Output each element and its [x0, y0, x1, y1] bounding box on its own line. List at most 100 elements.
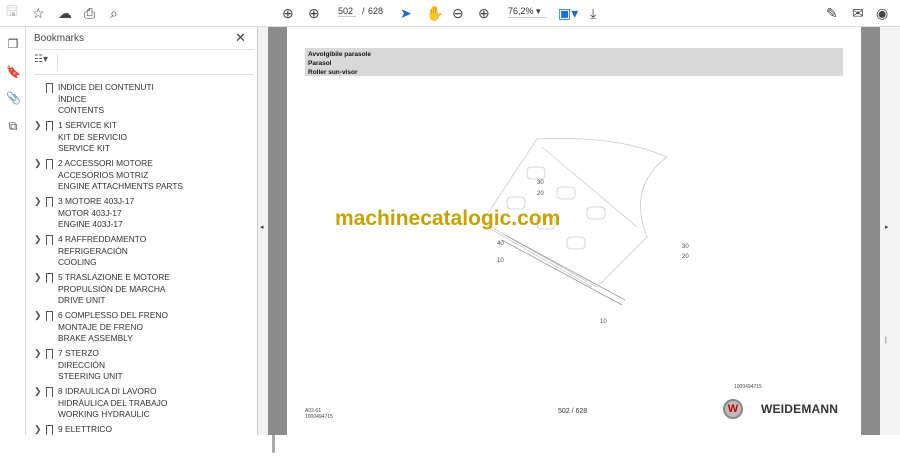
bookmark-icon — [46, 311, 53, 321]
bookmarks-icon[interactable]: 🔖 — [6, 65, 21, 79]
bookmark-label: INDICE DEI CONTENUTI — [58, 82, 154, 92]
select-cursor-icon[interactable]: ➤ — [400, 4, 412, 22]
header-es: Parasol — [308, 60, 332, 67]
panel-collapse-handle[interactable]: ◂ — [258, 27, 268, 435]
footer-number: 1000494715 — [305, 414, 333, 420]
bookmark-item[interactable]: ❯ 6 COMPLESSO DEL FRENO MONTAJE DE FRENO BR… — [32, 310, 242, 348]
bookmark-label: REFRIGERACIÓN — [58, 245, 128, 256]
bookmark-label: HIDRÁULICA DEL TRABAJO — [58, 397, 168, 408]
header-en: Roller sun-visor — [308, 69, 358, 76]
bookmark-label: 3 MOTORE 403J-17 — [58, 196, 135, 206]
page-separator: / — [362, 6, 365, 16]
bookmark-label: DRIVE UNIT — [58, 295, 106, 306]
bookmark-label: SERVICE KIT — [58, 143, 110, 154]
parts-diagram: 30 20 40 10 30 20 10 — [481, 137, 689, 325]
bookmark-star-icon[interactable]: ☆ — [32, 4, 45, 22]
zoom-in-icon[interactable]: ⊕ — [478, 4, 490, 22]
chevron-right-icon[interactable]: ❯ — [34, 120, 42, 131]
chevron-right-icon[interactable]: ❯ — [34, 424, 42, 435]
brand-name: WEIDEMANN — [761, 402, 839, 416]
chevron-right-icon[interactable]: ❯ — [34, 196, 42, 207]
callout-label: 10 — [497, 258, 504, 264]
layers-icon[interactable]: ⧉ — [6, 119, 20, 133]
footer-code: A02-01 1000494715 — [305, 408, 333, 420]
bookmark-icon — [46, 159, 53, 169]
zoom-out-icon[interactable]: ⊖ — [452, 4, 464, 22]
bookmark-icon — [46, 83, 53, 93]
bookmark-label: DIRECCIÓN — [58, 359, 105, 370]
bookmark-item[interactable]: ❯ 8 IDRAULICA DI LAVORO HIDRÁULICA DEL TRA… — [32, 386, 242, 424]
bookmarks-title: Bookmarks — [34, 33, 85, 44]
bookmark-label: ACCESORIOS MOTRIZ — [58, 169, 149, 180]
email-icon[interactable]: ✉ — [852, 4, 864, 22]
zoom-value: 76,2% — [508, 6, 534, 16]
bookmark-label: ENGINE 403J-17 — [58, 219, 123, 230]
hand-tool-icon[interactable]: ✋ — [426, 4, 443, 22]
bookmark-label: ÍNDICE — [58, 93, 87, 104]
sign-icon[interactable]: ✎ — [826, 4, 838, 22]
search-icon[interactable]: ⌕ — [110, 4, 118, 22]
bookmarks-panel: Bookmarks ✕ ☷▾ INDICE DEI CONTENUTI ÍNDIC… — [26, 27, 275, 453]
bookmark-icon — [46, 273, 53, 283]
bookmark-label: MOTOR 403J-17 — [58, 207, 122, 218]
page-header: Avvolgibile parasole Parasol Roller sun-… — [305, 48, 843, 76]
bookmark-icon — [46, 197, 53, 207]
bookmark-label: 9 ELETTRICO — [58, 424, 112, 434]
callout-label: 40 — [497, 241, 504, 247]
zoom-select[interactable]: 76,2% ▾ — [508, 6, 546, 18]
attachment-icon[interactable]: 📎 — [6, 91, 21, 105]
fit-page-icon[interactable]: ▣▾ — [558, 4, 578, 22]
chevron-right-icon[interactable]: ❯ — [34, 348, 42, 359]
account-icon[interactable]: ◉ — [876, 4, 888, 22]
callout-label: 30 — [537, 180, 544, 186]
bookmark-label: KIT DE SERVICIO — [58, 131, 128, 142]
next-page-icon[interactable]: ⊕ — [308, 4, 320, 22]
bookmark-item[interactable]: ❯ 3 MOTORE 403J-17 MOTOR 403J-17 ENGINE 403… — [32, 196, 242, 234]
bookmark-label: WORKING HYDRAULIC — [58, 409, 150, 420]
print-icon[interactable]: ⎙ — [84, 4, 95, 22]
chevron-right-icon[interactable]: ❯ — [34, 234, 42, 245]
bookmark-options-button[interactable]: ☷▾ — [34, 54, 58, 70]
scroll-mode-icon[interactable]: ⤓ — [590, 4, 596, 22]
bookmark-item[interactable]: ❯ 1 SERVICE KIT KIT DE SERVICIO SERVICE KIT — [32, 120, 242, 158]
chevron-right-icon[interactable]: ❯ — [34, 158, 42, 169]
bookmark-label: 6 COMPLESSO DEL FRENO — [58, 310, 168, 320]
bookmark-label: 4 RAFFREDDAMENTO — [58, 234, 147, 244]
watermark: machinecatalogic.com — [335, 207, 561, 230]
chevron-right-icon[interactable]: ❯ — [34, 272, 42, 283]
callout-label: 20 — [682, 254, 689, 260]
bookmark-label: CONTENTS — [58, 105, 105, 116]
page-number-input[interactable]: 502 — [338, 6, 356, 17]
prev-page-icon[interactable]: ⊕ — [282, 4, 294, 22]
upload-cloud-icon[interactable]: ☁ — [58, 4, 72, 22]
pages-icon[interactable]: ❐ — [6, 37, 20, 51]
bookmark-item[interactable]: ❯ 5 TRASLAZIONE E MOTORE PROPULSIÓN DE MAR… — [32, 272, 242, 310]
bookmark-icon — [46, 349, 53, 359]
bookmark-item[interactable]: ❯ 9 ELETTRICO — [32, 424, 242, 462]
save-icon[interactable]: 🖫 — [6, 3, 18, 22]
bookmark-label: 2 ACCESSORI MOTORE — [58, 158, 153, 168]
bookmark-icon — [46, 121, 53, 131]
document-scrollbar[interactable]: ▸ | — [880, 27, 900, 435]
weidemann-logo-icon: W — [723, 399, 743, 419]
drawing-number: 1000494715 — [734, 384, 762, 390]
bookmark-label: 7 STERZO — [58, 348, 99, 358]
bookmark-icon — [46, 387, 53, 397]
bookmark-label: STEERING UNIT — [58, 371, 123, 382]
bookmark-label: 1 SERVICE KIT — [58, 120, 117, 130]
callout-label: 30 — [682, 244, 689, 250]
bookmark-item[interactable]: INDICE DEI CONTENUTI ÍNDICE CONTENTS — [32, 82, 242, 120]
close-icon[interactable]: ✕ — [235, 30, 246, 46]
chevron-right-icon[interactable]: ❯ — [34, 310, 42, 321]
bookmark-label: PROPULSIÓN DE MARCHA — [58, 283, 166, 294]
bookmark-label: COOLING — [58, 257, 97, 268]
bookmark-item[interactable]: ❯ 4 RAFFREDDAMENTO REFRIGERACIÓN COOLING — [32, 234, 242, 272]
header-it: Avvolgibile parasole — [308, 51, 371, 58]
bookmark-item[interactable]: ❯ 2 ACCESSORI MOTORE ACCESORIOS MOTRIZ ENGI… — [32, 158, 242, 196]
pdf-page: Avvolgibile parasole Parasol Roller sun-… — [287, 27, 861, 435]
document-view: Avvolgibile parasole Parasol Roller sun-… — [268, 27, 880, 435]
bookmark-item[interactable]: ❯ 7 STERZO DIRECCIÓN STEERING UNIT — [32, 348, 242, 386]
page-label: 502 / 628 — [558, 408, 588, 415]
bookmark-label: 5 TRASLAZIONE E MOTORE — [58, 272, 170, 282]
chevron-right-icon[interactable]: ❯ — [34, 386, 42, 397]
